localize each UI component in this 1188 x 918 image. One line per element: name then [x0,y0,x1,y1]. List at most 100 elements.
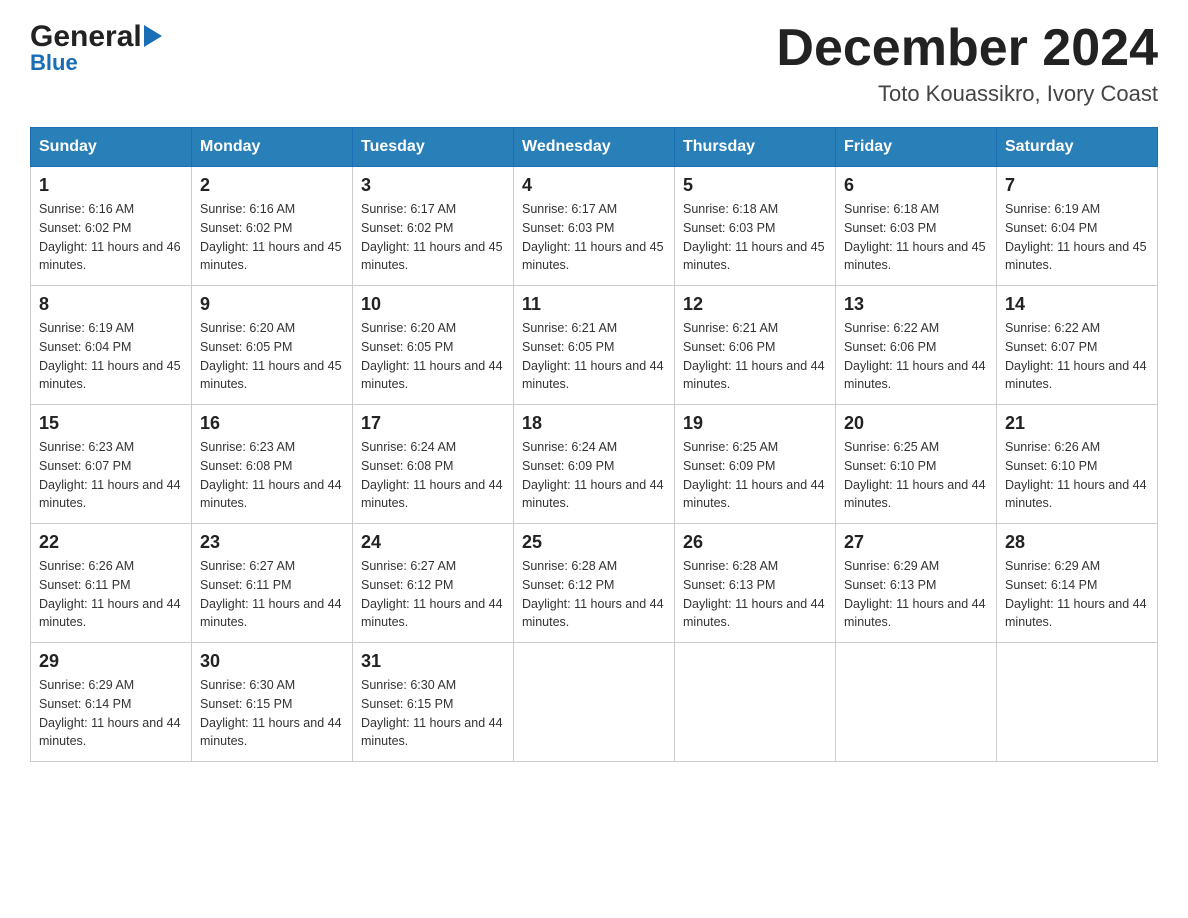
calendar-cell: 16 Sunrise: 6:23 AMSunset: 6:08 PMDayligh… [192,405,353,524]
location-title: Toto Kouassikro, Ivory Coast [776,81,1158,107]
calendar-cell [675,643,836,762]
day-number: 10 [361,294,505,315]
day-info: Sunrise: 6:29 AMSunset: 6:14 PMDaylight:… [39,676,183,751]
calendar-cell: 31 Sunrise: 6:30 AMSunset: 6:15 PMDayligh… [353,643,514,762]
calendar-cell: 15 Sunrise: 6:23 AMSunset: 6:07 PMDayligh… [31,405,192,524]
day-info: Sunrise: 6:29 AMSunset: 6:14 PMDaylight:… [1005,557,1149,632]
month-title: December 2024 [776,20,1158,77]
day-number: 15 [39,413,183,434]
calendar-cell: 18 Sunrise: 6:24 AMSunset: 6:09 PMDayligh… [514,405,675,524]
day-info: Sunrise: 6:28 AMSunset: 6:12 PMDaylight:… [522,557,666,632]
day-number: 6 [844,175,988,196]
day-info: Sunrise: 6:17 AMSunset: 6:02 PMDaylight:… [361,200,505,275]
day-info: Sunrise: 6:22 AMSunset: 6:06 PMDaylight:… [844,319,988,394]
calendar-cell: 9 Sunrise: 6:20 AMSunset: 6:05 PMDaylight… [192,286,353,405]
day-number: 22 [39,532,183,553]
day-info: Sunrise: 6:28 AMSunset: 6:13 PMDaylight:… [683,557,827,632]
calendar-cell: 17 Sunrise: 6:24 AMSunset: 6:08 PMDayligh… [353,405,514,524]
day-number: 26 [683,532,827,553]
day-info: Sunrise: 6:23 AMSunset: 6:07 PMDaylight:… [39,438,183,513]
day-info: Sunrise: 6:29 AMSunset: 6:13 PMDaylight:… [844,557,988,632]
day-header-tuesday: Tuesday [353,128,514,167]
day-header-sunday: Sunday [31,128,192,167]
calendar-cell: 12Sunrise: 6:21 AMSunset: 6:06 PMDayligh… [675,286,836,405]
calendar-cell: 5 Sunrise: 6:18 AMSunset: 6:03 PMDaylight… [675,167,836,286]
day-info: Sunrise: 6:26 AMSunset: 6:10 PMDaylight:… [1005,438,1149,513]
day-info: Sunrise: 6:25 AMSunset: 6:10 PMDaylight:… [844,438,988,513]
day-number: 21 [1005,413,1149,434]
logo-general: General [30,20,162,54]
calendar-week-row: 22 Sunrise: 6:26 AMSunset: 6:11 PMDayligh… [31,524,1158,643]
day-number: 29 [39,651,183,672]
day-info: Sunrise: 6:18 AMSunset: 6:03 PMDaylight:… [683,200,827,275]
day-info: Sunrise: 6:24 AMSunset: 6:08 PMDaylight:… [361,438,505,513]
day-info: Sunrise: 6:22 AMSunset: 6:07 PMDaylight:… [1005,319,1149,394]
calendar-cell: 29 Sunrise: 6:29 AMSunset: 6:14 PMDayligh… [31,643,192,762]
calendar-cell: 4 Sunrise: 6:17 AMSunset: 6:03 PMDaylight… [514,167,675,286]
calendar-cell: 21 Sunrise: 6:26 AMSunset: 6:10 PMDayligh… [997,405,1158,524]
calendar-cell: 22 Sunrise: 6:26 AMSunset: 6:11 PMDayligh… [31,524,192,643]
calendar-week-row: 29 Sunrise: 6:29 AMSunset: 6:14 PMDayligh… [31,643,1158,762]
day-info: Sunrise: 6:18 AMSunset: 6:03 PMDaylight:… [844,200,988,275]
calendar-cell: 25 Sunrise: 6:28 AMSunset: 6:12 PMDayligh… [514,524,675,643]
day-info: Sunrise: 6:16 AMSunset: 6:02 PMDaylight:… [200,200,344,275]
calendar-cell [836,643,997,762]
day-number: 8 [39,294,183,315]
day-info: Sunrise: 6:27 AMSunset: 6:11 PMDaylight:… [200,557,344,632]
day-info: Sunrise: 6:30 AMSunset: 6:15 PMDaylight:… [361,676,505,751]
calendar-cell: 24Sunrise: 6:27 AMSunset: 6:12 PMDayligh… [353,524,514,643]
calendar-cell: 14Sunrise: 6:22 AMSunset: 6:07 PMDayligh… [997,286,1158,405]
day-info: Sunrise: 6:17 AMSunset: 6:03 PMDaylight:… [522,200,666,275]
day-header-friday: Friday [836,128,997,167]
day-number: 25 [522,532,666,553]
calendar-cell: 13Sunrise: 6:22 AMSunset: 6:06 PMDayligh… [836,286,997,405]
calendar-cell: 8 Sunrise: 6:19 AMSunset: 6:04 PMDaylight… [31,286,192,405]
day-number: 30 [200,651,344,672]
calendar-cell: 19 Sunrise: 6:25 AMSunset: 6:09 PMDayligh… [675,405,836,524]
day-number: 31 [361,651,505,672]
day-number: 18 [522,413,666,434]
day-number: 7 [1005,175,1149,196]
calendar-cell: 2 Sunrise: 6:16 AMSunset: 6:02 PMDaylight… [192,167,353,286]
day-info: Sunrise: 6:24 AMSunset: 6:09 PMDaylight:… [522,438,666,513]
calendar-week-row: 1Sunrise: 6:16 AMSunset: 6:02 PMDaylight… [31,167,1158,286]
title-area: December 2024 Toto Kouassikro, Ivory Coa… [776,20,1158,107]
day-info: Sunrise: 6:27 AMSunset: 6:12 PMDaylight:… [361,557,505,632]
day-info: Sunrise: 6:20 AMSunset: 6:05 PMDaylight:… [361,319,505,394]
day-number: 19 [683,413,827,434]
day-info: Sunrise: 6:26 AMSunset: 6:11 PMDaylight:… [39,557,183,632]
day-info: Sunrise: 6:16 AMSunset: 6:02 PMDaylight:… [39,200,183,275]
calendar-cell: 26 Sunrise: 6:28 AMSunset: 6:13 PMDayligh… [675,524,836,643]
calendar-cell: 3Sunrise: 6:17 AMSunset: 6:02 PMDaylight… [353,167,514,286]
calendar-table: SundayMondayTuesdayWednesdayThursdayFrid… [30,127,1158,762]
day-info: Sunrise: 6:25 AMSunset: 6:09 PMDaylight:… [683,438,827,513]
day-number: 5 [683,175,827,196]
calendar-cell: 28Sunrise: 6:29 AMSunset: 6:14 PMDayligh… [997,524,1158,643]
calendar-header-row: SundayMondayTuesdayWednesdayThursdayFrid… [31,128,1158,167]
calendar-cell: 1Sunrise: 6:16 AMSunset: 6:02 PMDaylight… [31,167,192,286]
day-number: 2 [200,175,344,196]
page-header: General Blue December 2024 Toto Kouassik… [30,20,1158,107]
day-number: 9 [200,294,344,315]
day-number: 16 [200,413,344,434]
calendar-cell [997,643,1158,762]
day-info: Sunrise: 6:20 AMSunset: 6:05 PMDaylight:… [200,319,344,394]
calendar-cell: 7 Sunrise: 6:19 AMSunset: 6:04 PMDaylight… [997,167,1158,286]
calendar-cell: 10 Sunrise: 6:20 AMSunset: 6:05 PMDayligh… [353,286,514,405]
day-info: Sunrise: 6:21 AMSunset: 6:05 PMDaylight:… [522,319,666,394]
day-info: Sunrise: 6:23 AMSunset: 6:08 PMDaylight:… [200,438,344,513]
day-info: Sunrise: 6:19 AMSunset: 6:04 PMDaylight:… [39,319,183,394]
calendar-cell: 27Sunrise: 6:29 AMSunset: 6:13 PMDayligh… [836,524,997,643]
day-number: 4 [522,175,666,196]
calendar-week-row: 15 Sunrise: 6:23 AMSunset: 6:07 PMDayligh… [31,405,1158,524]
day-header-monday: Monday [192,128,353,167]
day-header-wednesday: Wednesday [514,128,675,167]
day-number: 23 [200,532,344,553]
day-info: Sunrise: 6:19 AMSunset: 6:04 PMDaylight:… [1005,200,1149,275]
logo-triangle-icon [144,25,162,47]
day-number: 12 [683,294,827,315]
day-header-thursday: Thursday [675,128,836,167]
day-header-saturday: Saturday [997,128,1158,167]
day-number: 17 [361,413,505,434]
calendar-cell [514,643,675,762]
